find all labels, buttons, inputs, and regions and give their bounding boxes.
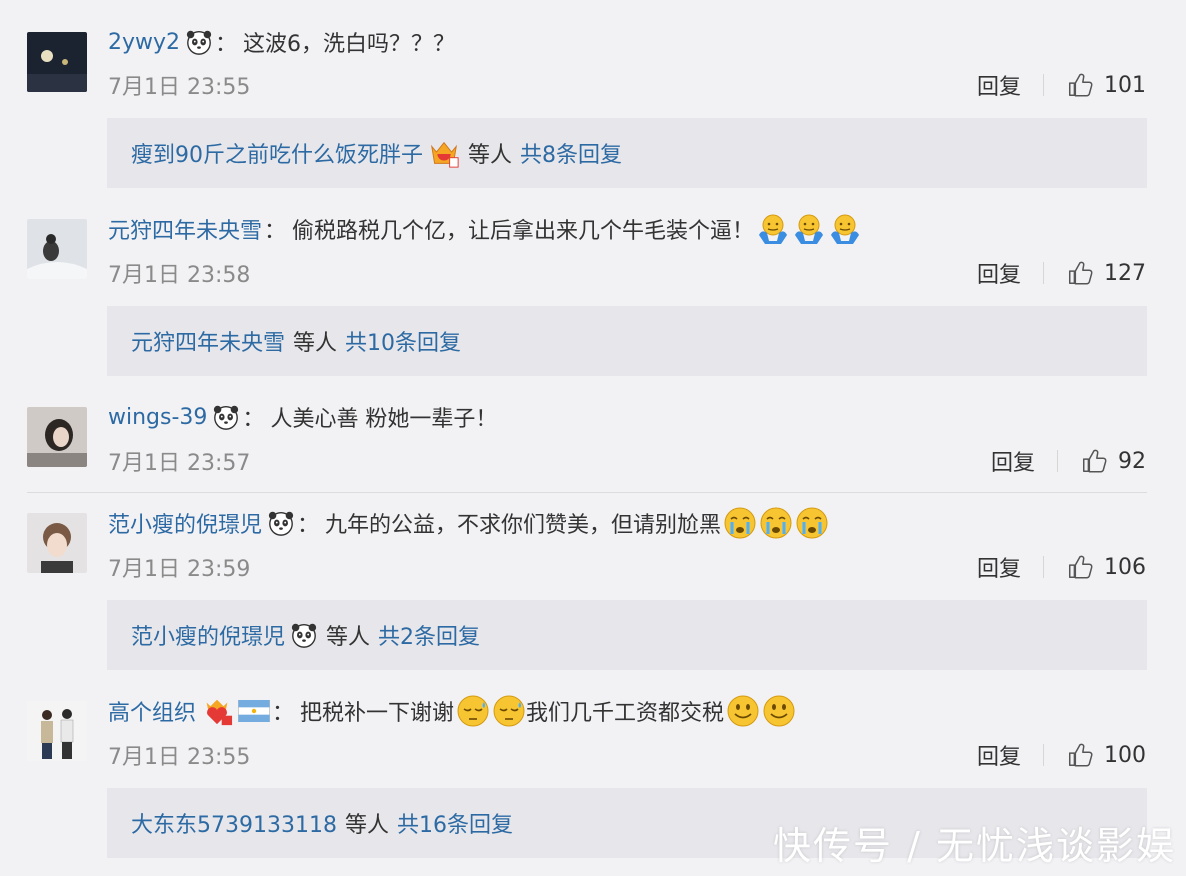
shrug-emoji-icon: [756, 212, 790, 246]
sub-reply-user[interactable]: 范小瘦的倪璟児: [131, 619, 285, 651]
like-button[interactable]: 101: [1066, 71, 1146, 99]
timestamp: 7月1日 23:59: [108, 557, 251, 582]
colon: ：: [264, 219, 287, 244]
username[interactable]: 2ywy2: [108, 30, 180, 55]
reply-button[interactable]: 回复: [977, 551, 1021, 583]
sub-replies-box[interactable]: 范小瘦的倪璟児 等人 共2条回复: [107, 600, 1147, 670]
panda-badge-icon: [290, 621, 318, 649]
reply-button[interactable]: 回复: [977, 69, 1021, 101]
sub-reply-others: 等人: [293, 331, 338, 356]
reply-button[interactable]: 回复: [977, 739, 1021, 771]
crying-emoji-icon: [759, 506, 793, 540]
username[interactable]: 元狩四年未央雪: [108, 213, 262, 245]
crying-emoji-icon: [723, 506, 757, 540]
sub-replies-box[interactable]: 瘦到90斤之前吃什么饭死胖子 等人 共8条回复: [107, 118, 1147, 188]
thumbs-up-icon: [1066, 259, 1094, 287]
like-button[interactable]: 106: [1066, 553, 1146, 581]
timestamp: 7月1日 23:58: [108, 263, 251, 288]
colon: ：: [242, 407, 265, 432]
separator: [1043, 262, 1044, 284]
separator: [1043, 74, 1044, 96]
sweat-emoji-icon: [456, 694, 490, 728]
crying-emoji-icon: [795, 506, 829, 540]
sub-reply-count-link[interactable]: 共8条回复: [520, 137, 622, 169]
thumbs-up-icon: [1080, 447, 1108, 475]
avatar[interactable]: [27, 513, 87, 573]
comment-text: 人美心善 粉她一辈子！: [270, 407, 498, 432]
sub-reply-count-link[interactable]: 共16条回复: [397, 807, 513, 839]
reply-button[interactable]: 回复: [977, 257, 1021, 289]
watermark: 快传号 / 无忧浅谈影娱: [773, 824, 1176, 868]
sweat-emoji-icon: [492, 694, 526, 728]
sub-reply-user[interactable]: 元狩四年未央雪: [131, 325, 285, 357]
heart-crown-badge-icon: [201, 695, 233, 727]
sub-reply-user[interactable]: 瘦到90斤之前吃什么饭死胖子: [131, 137, 423, 169]
avatar[interactable]: [27, 407, 87, 467]
username[interactable]: wings-39: [108, 405, 207, 430]
like-button[interactable]: 100: [1066, 741, 1146, 769]
comment-text: 九年的公益，不求你们赞美，但请别尬黑: [325, 513, 722, 538]
colon: ：: [272, 701, 295, 726]
sub-reply-count-link[interactable]: 共10条回复: [345, 325, 461, 357]
username[interactable]: 高个组织: [108, 695, 196, 727]
separator: [1057, 450, 1058, 472]
avatar[interactable]: [27, 701, 87, 761]
like-count: 101: [1104, 72, 1146, 98]
sub-reply-others: 等人: [344, 813, 389, 838]
smile-emoji-icon: [726, 694, 760, 728]
divider: [27, 492, 1147, 493]
like-count: 106: [1104, 554, 1146, 580]
comment-text: 把税补一下谢谢: [300, 701, 455, 726]
like-button[interactable]: 92: [1080, 447, 1146, 475]
like-button[interactable]: 127: [1066, 259, 1146, 287]
username[interactable]: 范小瘦的倪璟児: [108, 507, 262, 539]
panda-badge-icon: [212, 403, 240, 431]
comment-text: 偷税路税几个亿，让后拿出来几个牛毛装个逼！: [292, 219, 755, 244]
timestamp: 7月1日 23:55: [108, 75, 251, 100]
separator: [1043, 744, 1044, 766]
like-count: 92: [1118, 448, 1146, 474]
colon: ：: [215, 32, 238, 57]
avatar[interactable]: [27, 32, 87, 92]
shrug-emoji-icon: [792, 212, 826, 246]
thumbs-up-icon: [1066, 553, 1094, 581]
comment-text-continued: 我们几千工资都交税: [526, 701, 725, 726]
thumbs-up-icon: [1066, 741, 1094, 769]
panda-badge-icon: [267, 509, 295, 537]
sub-reply-count-link[interactable]: 共2条回复: [378, 619, 480, 651]
sub-reply-user[interactable]: 大东东5739133118: [131, 807, 337, 839]
shrug-emoji-icon: [828, 212, 862, 246]
timestamp: 7月1日 23:55: [108, 745, 251, 770]
timestamp: 7月1日 23:57: [108, 451, 251, 476]
comment-text: 这波6，洗白吗？？？: [243, 32, 456, 57]
smile-emoji-icon: [762, 694, 796, 728]
like-count: 127: [1104, 260, 1146, 286]
crown-badge-icon: [428, 137, 460, 169]
sub-replies-box[interactable]: 元狩四年未央雪 等人 共10条回复: [107, 306, 1147, 376]
colon: ：: [297, 513, 320, 538]
argentina-flag-icon: [238, 700, 270, 722]
reply-button[interactable]: 回复: [991, 445, 1035, 477]
thumbs-up-icon: [1066, 71, 1094, 99]
sub-reply-others: 等人: [468, 143, 513, 168]
sub-reply-others: 等人: [326, 625, 371, 650]
panda-badge-icon: [185, 28, 213, 56]
separator: [1043, 556, 1044, 578]
like-count: 100: [1104, 742, 1146, 768]
avatar[interactable]: [27, 219, 87, 279]
